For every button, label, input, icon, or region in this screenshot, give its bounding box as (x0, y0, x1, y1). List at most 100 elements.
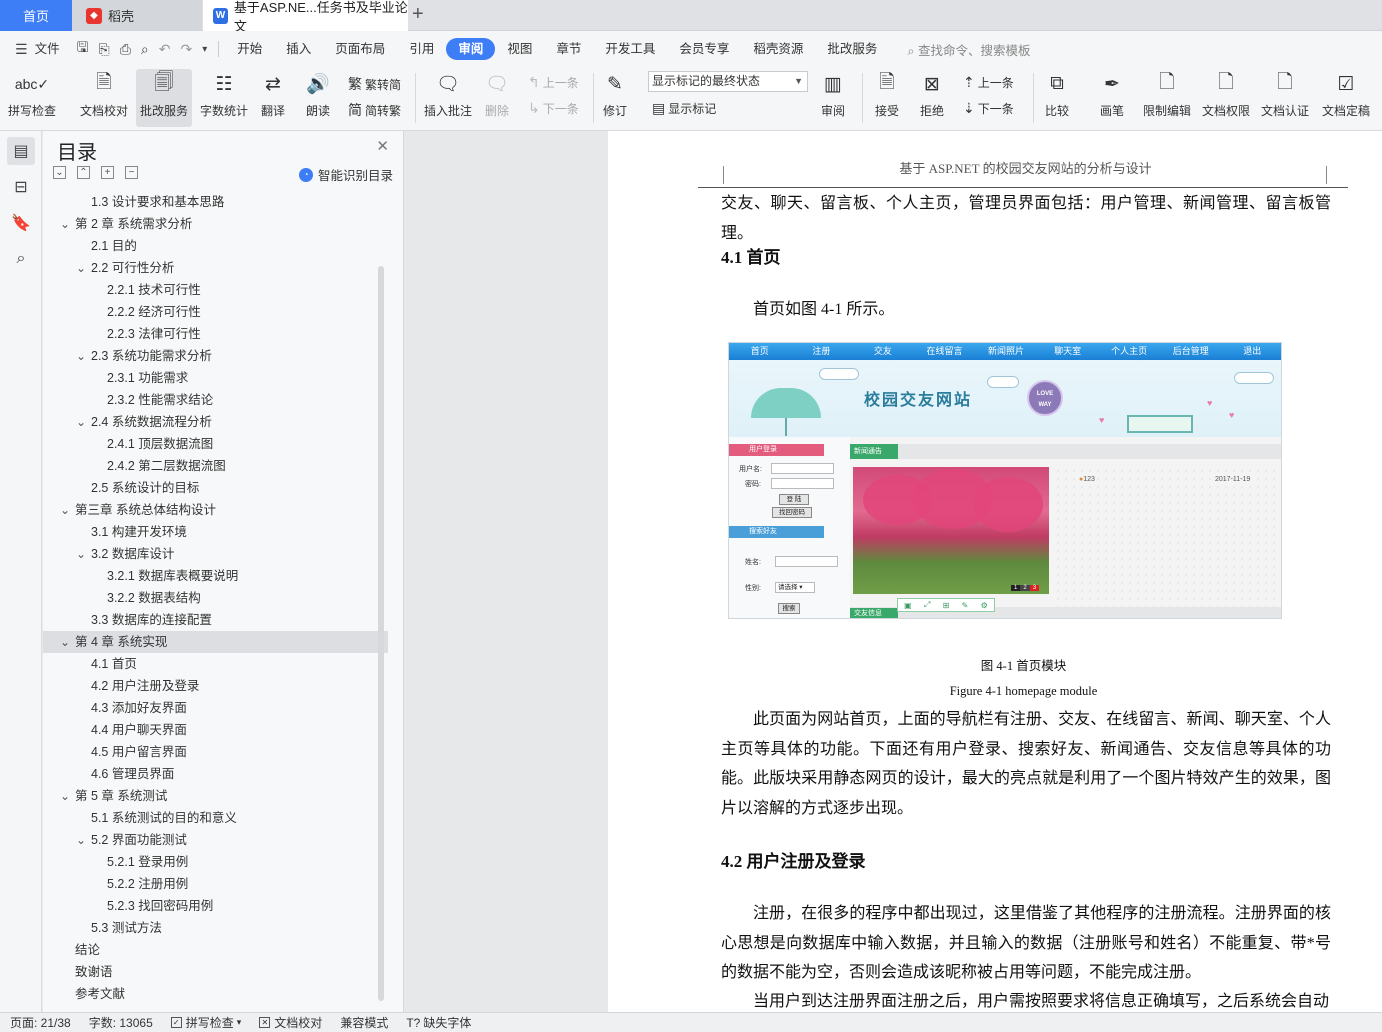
chevron-down-icon[interactable]: ⌄ (76, 543, 86, 565)
toc-item[interactable]: 5.2.2 注册用例 (43, 873, 388, 895)
toc-item[interactable]: 4.5 用户留言界面 (43, 741, 388, 763)
gender-select[interactable]: 请选择 ▾ (775, 582, 815, 593)
toc-item[interactable]: 5.2.1 登录用例 (43, 851, 388, 873)
username-input[interactable] (771, 463, 834, 474)
site-nav-item[interactable]: 新闻照片 (975, 343, 1037, 360)
toc-item[interactable]: 2.2.2 经济可行性 (43, 301, 388, 323)
smart-toc-button[interactable]: ◔ 智能识别目录 (298, 165, 393, 184)
toc-item[interactable]: ⌄ 2.3 系统功能需求分析 (43, 345, 388, 367)
search-friend-button[interactable]: 搜索 (778, 603, 800, 614)
chevron-down-icon[interactable]: ⌄ (76, 411, 86, 433)
toc-item[interactable]: 4.3 添加好友界面 (43, 697, 388, 719)
next-change-button[interactable]: ⇣ 下一条 (963, 100, 1014, 117)
site-nav-item[interactable]: 聊天室 (1037, 343, 1099, 360)
delete-comment-button[interactable]: 🗨 删除 (482, 69, 512, 119)
site-nav-item[interactable]: 个人主页 (1098, 343, 1160, 360)
toc-item[interactable]: ⌄ 5.2 界面功能测试 (43, 829, 388, 851)
restrict-edit-button[interactable]: 🗋 限制编辑 (1143, 69, 1191, 119)
toc-item[interactable]: 2.1 目的 (43, 235, 388, 257)
menu-daoke-resources[interactable]: 稻壳资源 (741, 38, 815, 60)
menu-page-layout[interactable]: 页面布局 (323, 38, 397, 60)
pager-3[interactable]: 3 (1029, 585, 1040, 591)
show-markup-button[interactable]: ▤ 显示标记 (652, 100, 716, 117)
tab-document[interactable]: W 基于ASP.NE...任务书及毕业论文 (203, 0, 408, 34)
menu-chapter[interactable]: 章节 (544, 38, 593, 60)
expand-all-icon[interactable]: ⌃ (77, 166, 90, 179)
redo-icon[interactable]: ↷ (176, 41, 198, 58)
toc-item[interactable]: 3.1 构建开发环境 (43, 521, 388, 543)
doc-rights-button[interactable]: 🗋 文档权限 (1202, 69, 1250, 119)
toc-item[interactable]: 4.2 用户注册及登录 (43, 675, 388, 697)
toc-item[interactable]: 3.2.2 数据表结构 (43, 587, 388, 609)
toc-item[interactable]: 致谢语 (43, 961, 388, 983)
command-search[interactable]: ⌕ 查找命令、搜索模板 (907, 40, 1030, 59)
toc-item[interactable]: 5.1 系统测试的目的和意义 (43, 807, 388, 829)
toc-item[interactable]: 2.4.2 第二层数据流图 (43, 455, 388, 477)
toc-item[interactable]: 2.5 系统设计的目标 (43, 477, 388, 499)
proofread-status[interactable]: ✕ 文档校对 (259, 1014, 322, 1031)
chevron-down-icon[interactable]: ⌄ (76, 345, 86, 367)
wordcount-button[interactable]: ☷ 字数统计 (200, 69, 248, 119)
trad-to-simp-button[interactable]: 繁 繁转简 (348, 74, 401, 94)
quick-access-dropdown-icon[interactable]: ▾ (197, 44, 212, 55)
site-nav-item[interactable]: 退出 (1222, 343, 1282, 360)
toc-item[interactable]: ⌄ 第 5 章 系统测试 (43, 785, 388, 807)
review-service-button[interactable]: 🗐 批改服务 (136, 69, 193, 127)
menu-references[interactable]: 引用 (397, 38, 446, 60)
toc-item[interactable]: 4.1 首页 (43, 653, 388, 675)
tab-home[interactable]: 首页 (0, 0, 72, 31)
chevron-down-icon[interactable]: ⌄ (60, 785, 70, 807)
site-nav-item[interactable]: 注册 (791, 343, 853, 360)
toc-item[interactable]: 3.3 数据库的连接配置 (43, 609, 388, 631)
missing-font-indicator[interactable]: T? 缺失字体 (406, 1014, 471, 1031)
page-indicator[interactable]: 页面: 21/38 (10, 1014, 71, 1031)
print-icon[interactable]: ⎙ (115, 41, 136, 58)
menu-review[interactable]: 审阅 (446, 38, 496, 60)
insert-comment-button[interactable]: 🗨 插入批注 (424, 69, 472, 119)
site-nav-item[interactable]: 首页 (729, 343, 791, 360)
spellcheck-status[interactable]: ✓ 拼写检查 ▾ (170, 1014, 241, 1031)
login-button[interactable]: 登 陆 (779, 494, 809, 505)
export-pdf-icon[interactable]: ⎘ (94, 41, 115, 58)
chapter-nav-icon[interactable]: ⊟ (7, 173, 35, 201)
image-edit-icon[interactable]: ✎ (962, 601, 969, 610)
close-icon[interactable]: ✕ (376, 137, 389, 155)
bookmark-icon[interactable]: 🔖 (7, 209, 35, 237)
news-item[interactable]: ●123 (1079, 476, 1095, 483)
site-nav-item[interactable]: 交友 (852, 343, 914, 360)
menu-review-service[interactable]: 批改服务 (815, 38, 889, 60)
toc-item[interactable]: 3.2.1 数据库表概要说明 (43, 565, 388, 587)
next-comment-button[interactable]: ↳ 下一条 (528, 100, 579, 117)
simp-to-trad-button[interactable]: 简 简转繁 (348, 100, 401, 120)
markup-state-select[interactable]: 显示标记的最终状态 ▼ (648, 71, 808, 92)
toc-item[interactable]: 结论 (43, 939, 388, 961)
pager-2[interactable]: 2 (1020, 585, 1030, 591)
menu-file[interactable]: 文件 (33, 38, 72, 60)
toc-item[interactable]: ⌄ 第 2 章 系统需求分析 (43, 213, 388, 235)
spellcheck-button[interactable]: abc✓ 拼写检查 (8, 69, 56, 119)
track-changes-button[interactable]: ✎ 修订 (600, 69, 630, 119)
reject-button[interactable]: ⊠ 拒绝 (917, 69, 947, 119)
toc-item[interactable]: ⌄ 第三章 系统总体结构设计 (43, 499, 388, 521)
site-nav-item[interactable]: 后台管理 (1160, 343, 1222, 360)
read-aloud-button[interactable]: 🔊 朗读 (303, 69, 333, 119)
toc-scrollbar[interactable] (378, 266, 384, 1001)
toc-item[interactable]: 2.4.1 顶层数据流图 (43, 433, 388, 455)
prev-change-button[interactable]: ⇡ 上一条 (963, 74, 1014, 91)
toc-item[interactable]: ⌄ 第 4 章 系统实现 (43, 631, 388, 653)
menu-view[interactable]: 视图 (495, 38, 544, 60)
menu-home[interactable]: 开始 (225, 38, 274, 60)
menu-insert[interactable]: 插入 (274, 38, 323, 60)
image-settings-icon[interactable]: ⚙ (981, 601, 988, 610)
toc-item[interactable]: ⌄ 2.4 系统数据流程分析 (43, 411, 388, 433)
toc-item[interactable]: 5.2.3 找回密码用例 (43, 895, 388, 917)
undo-icon[interactable]: ↶ (154, 41, 176, 58)
pager-1[interactable]: 1 (1011, 585, 1021, 591)
chevron-down-icon[interactable]: ⌄ (60, 499, 70, 521)
menu-member[interactable]: 会员专享 (667, 38, 741, 60)
new-tab-button[interactable]: + (412, 3, 424, 26)
save-icon[interactable]: 🖫 (72, 37, 94, 61)
toc-item[interactable]: ⌄ 2.2 可行性分析 (43, 257, 388, 279)
toc-item[interactable]: 2.3.1 功能需求 (43, 367, 388, 389)
collapse-all-icon[interactable]: ⌄ (53, 166, 66, 179)
